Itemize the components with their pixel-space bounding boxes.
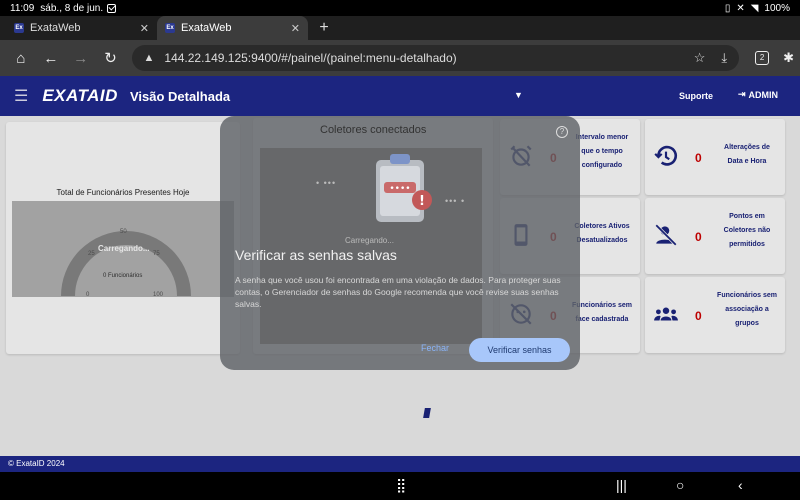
help-icon[interactable]: ? — [556, 126, 568, 138]
app-drawer-icon[interactable]: ⣿ — [396, 477, 406, 494]
menu-icon[interactable]: ☰ — [14, 86, 28, 106]
verify-passwords-button[interactable]: Verificar senhas — [469, 338, 570, 362]
android-nav-bar: ⣿ ||| ○ ‹ — [0, 472, 800, 500]
support-link[interactable]: Suporte — [679, 91, 713, 101]
password-clipboard-icon: •••• ! — [376, 154, 432, 222]
browser-menu-icon[interactable]: ✱ — [783, 50, 794, 66]
footer: © ExataID 2024 — [0, 456, 800, 472]
page-title: Visão Detalhada — [129, 88, 231, 104]
wifi-icon: ◥ — [750, 2, 759, 14]
new-tab-icon[interactable]: + — [312, 16, 336, 40]
password-check-dialog: Coletores conectados ? Carregando... •••… — [220, 116, 580, 370]
tab-strip: Ex ExataWeb ✕ Ex ExataWeb ✕ + — [0, 16, 800, 40]
status-time: 11:09 — [10, 2, 35, 14]
download-icon[interactable]: ⤓ — [721, 50, 727, 66]
collectors-title: Coletores conectados — [320, 124, 427, 136]
browser-tab-1[interactable]: Ex ExataWeb ✕ — [6, 16, 157, 40]
mute-icon: ✕ — [736, 2, 745, 14]
dialog-heading: Verificar as senhas salvas — [235, 247, 397, 263]
password-dots: •••• — [389, 184, 410, 194]
tab-title: ExataWeb — [30, 22, 81, 34]
loading-dots-right: ••• • — [445, 196, 466, 206]
alert-mark: ! — [419, 194, 425, 209]
collectors-loading-text: Carregando... — [345, 236, 394, 245]
download-done-icon — [107, 3, 117, 13]
close-button[interactable]: Fechar — [421, 343, 449, 353]
address-bar[interactable]: ▲ 144.22.149.125:9400/#/painel/(painel:m… — [131, 45, 740, 71]
tab-switcher-button[interactable]: 2 — [755, 51, 770, 65]
dialog-body: A senha que você usou foi encontrada em … — [235, 275, 561, 309]
favicon-icon: Ex — [165, 23, 175, 33]
browser-tab-2[interactable]: Ex ExataWeb ✕ — [157, 16, 308, 40]
app-header: ☰ EXATAID Visão Detalhada ▼ Suporte ⇥ AD… — [0, 76, 800, 116]
logout-icon: ⇥ — [738, 89, 746, 99]
admin-label: ADMIN — [748, 89, 779, 100]
back-icon[interactable]: ← — [36, 50, 66, 67]
forward-icon[interactable]: → — [66, 50, 96, 67]
admin-logout-button[interactable]: ⇥ ADMIN — [738, 89, 778, 100]
back-nav-icon[interactable]: ‹ — [738, 477, 743, 493]
chevron-down-icon[interactable]: ▼ — [514, 90, 523, 100]
status-bar: 11:09 sáb., 8 de jun. ▯ ✕ ◥ 100% — [0, 0, 800, 16]
battery-level: 100% — [764, 2, 790, 14]
vibrate-icon: ▯ — [724, 2, 731, 14]
close-icon[interactable]: ✕ — [140, 22, 149, 35]
loading-dots-left: • ••• — [316, 178, 337, 188]
star-icon[interactable]: ☆ — [694, 50, 706, 66]
recents-icon[interactable]: ||| — [616, 477, 627, 493]
browser-toolbar: ⌂ ← → ↻ ▲ 144.22.149.125:9400/#/painel/(… — [0, 40, 800, 76]
app-logo: EXATAID — [42, 86, 118, 105]
url-text: 144.22.149.125:9400/#/painel/(painel:men… — [164, 51, 457, 65]
status-date: sáb., 8 de jun. — [40, 2, 104, 14]
home-nav-icon[interactable]: ○ — [676, 477, 684, 493]
tab-title: ExataWeb — [181, 22, 232, 34]
close-icon[interactable]: ✕ — [291, 22, 300, 35]
reload-icon[interactable]: ↻ — [96, 49, 126, 67]
warning-icon[interactable]: ▲ — [144, 52, 155, 64]
favicon-icon: Ex — [14, 23, 24, 33]
home-icon[interactable]: ⌂ — [6, 50, 36, 67]
